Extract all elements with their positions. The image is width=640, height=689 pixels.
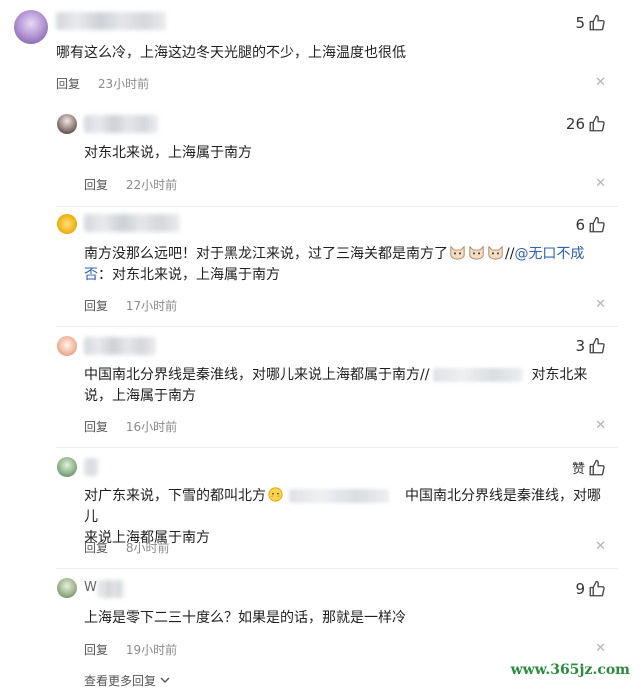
comment-meta: 回复 23小时前 <box>56 75 149 92</box>
comment-text-part: 说，上海属于南方 <box>84 388 196 404</box>
timestamp: 19小时前 <box>125 643 178 657</box>
comment-text: 上海是零下二三十度么？如果是的话，那就是一样冷 <box>84 610 406 626</box>
username-blurred[interactable] <box>84 214 180 232</box>
cat-emoji-icon <box>488 245 503 260</box>
like-count: 6 <box>575 216 585 234</box>
comment-meta: 回复 22小时前 <box>84 176 177 193</box>
comment-meta: 回复 17小时前 <box>84 297 177 314</box>
avatar[interactable] <box>14 10 48 44</box>
comment-meta: 回复 8小时前 <box>84 539 169 556</box>
avatar[interactable] <box>57 336 77 356</box>
username-blurred[interactable] <box>98 580 124 598</box>
thumbs-up-icon <box>589 14 605 31</box>
reply-button[interactable]: 回复 <box>84 541 108 555</box>
timestamp: 22小时前 <box>125 178 178 192</box>
view-more-replies-link[interactable]: 查看更多回复 <box>84 672 170 689</box>
comment-text: 哪有这么冷，上海这边冬天光腿的不少，上海温度也很低 <box>56 45 406 61</box>
like-button[interactable]: 6 <box>575 216 606 234</box>
divider <box>56 206 618 207</box>
close-icon[interactable]: ✕ <box>595 539 606 554</box>
close-icon[interactable]: ✕ <box>595 641 606 656</box>
timestamp: 8小时前 <box>125 541 170 555</box>
divider <box>56 568 618 569</box>
close-icon[interactable]: ✕ <box>595 176 606 191</box>
shy-face-emoji-icon <box>268 487 283 502</box>
like-count: 5 <box>575 14 585 32</box>
cat-emoji-icon <box>450 245 465 260</box>
reply-button[interactable]: 回复 <box>84 420 108 434</box>
view-more-replies-label: 查看更多回复 <box>84 674 157 688</box>
cat-emoji-icon <box>469 245 484 260</box>
like-button[interactable]: 5 <box>575 14 606 32</box>
timestamp: 23小时前 <box>97 77 150 91</box>
username-blurred[interactable] <box>84 337 156 355</box>
like-button[interactable]: 3 <box>575 337 606 355</box>
comment-text-part: 对东北来 <box>531 367 588 383</box>
like-count: 9 <box>575 580 585 598</box>
watermark: www.365jz.com <box>510 662 630 678</box>
divider <box>56 447 618 448</box>
comment-text-part: 对广东来说，下雪的都叫北方 <box>84 488 266 504</box>
thumbs-up-icon <box>589 337 605 354</box>
timestamp: 17小时前 <box>125 299 178 313</box>
like-count: 26 <box>565 115 585 133</box>
comment-meta: 回复 19小时前 <box>84 641 177 658</box>
username[interactable]: W <box>84 580 97 595</box>
close-icon[interactable]: ✕ <box>595 75 606 90</box>
close-icon[interactable]: ✕ <box>595 297 606 312</box>
avatar[interactable] <box>57 114 77 134</box>
like-count: 赞 <box>571 462 585 477</box>
close-icon[interactable]: ✕ <box>595 418 606 433</box>
username-blurred[interactable] <box>84 115 158 133</box>
like-button[interactable]: 26 <box>566 115 606 133</box>
timestamp: 16小时前 <box>125 420 178 434</box>
blurred-username-inline <box>433 368 524 382</box>
thumbs-up-icon <box>589 580 605 597</box>
thumbs-up-icon <box>589 115 605 132</box>
like-count: 3 <box>575 337 585 355</box>
username-blurred[interactable] <box>84 458 98 476</box>
chevron-down-icon <box>160 677 170 683</box>
like-button[interactable]: 9 <box>575 580 606 598</box>
mention-link[interactable]: @无口不成 <box>514 246 584 262</box>
comment-text: 南方没那么远吧！对于黑龙江来说，过了三海关都是南方了//@无口不成 否：对东北来说… <box>84 244 604 286</box>
username-blurred[interactable] <box>56 12 166 30</box>
avatar[interactable] <box>57 578 77 598</box>
reply-button[interactable]: 回复 <box>84 643 108 657</box>
comment-text: 中国南北分界线是秦淮线，对哪儿来说上海都属于南方// 对东北来说，上海属于南方 <box>84 365 614 407</box>
divider <box>56 326 618 327</box>
thumbs-up-icon <box>589 459 605 475</box>
avatar[interactable] <box>57 214 77 234</box>
reply-button[interactable]: 回复 <box>84 178 108 192</box>
reply-button[interactable]: 回复 <box>56 77 80 91</box>
comment-text-part: ：对东北来说，上海属于南方 <box>98 267 280 283</box>
comment-text-part: 南方没那么远吧！对于黑龙江来说，过了三海关都是南方了 <box>84 246 448 262</box>
avatar[interactable] <box>57 457 77 477</box>
comment-meta: 回复 16小时前 <box>84 418 177 435</box>
blurred-username-inline <box>289 489 389 503</box>
thumbs-up-icon <box>589 216 605 233</box>
like-button[interactable]: 赞 <box>572 458 606 477</box>
comment-text-part: 中国南北分界线是秦淮线，对哪儿来说上海都属于南方// <box>84 367 430 383</box>
comment-text: 对东北来说，上海属于南方 <box>84 145 252 161</box>
reply-button[interactable]: 回复 <box>84 299 108 313</box>
mention-link-cont[interactable]: 否 <box>84 267 98 283</box>
